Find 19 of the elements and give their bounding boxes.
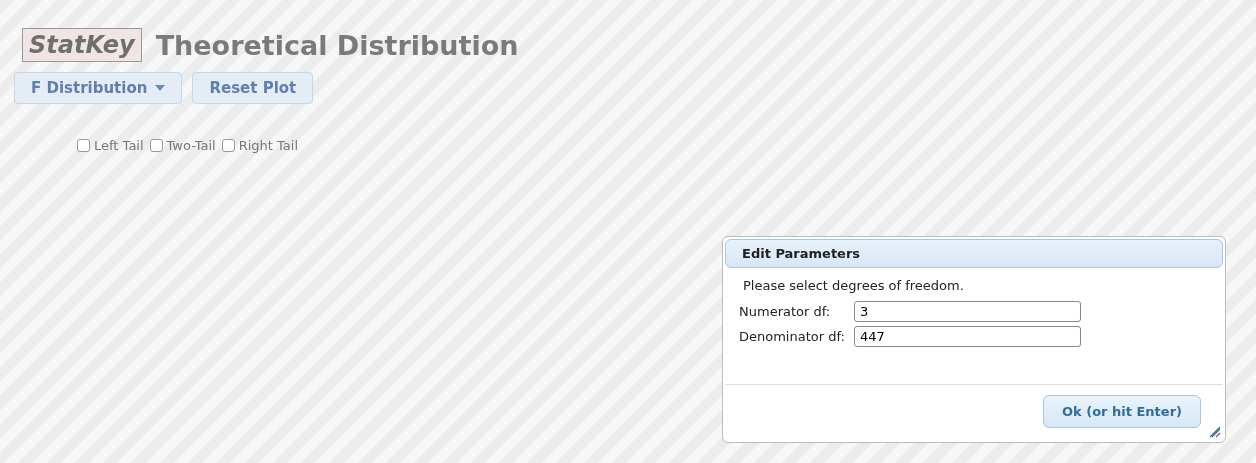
- field-label: Denominator df:: [739, 329, 846, 344]
- caret-icon: [155, 85, 166, 91]
- checkbox[interactable]: [221, 139, 235, 152]
- resize-grip-icon[interactable]: [1209, 426, 1221, 438]
- checkbox[interactable]: [77, 139, 90, 152]
- field-label: Numerator df:: [739, 304, 832, 319]
- input-field[interactable]: 3: [854, 301, 1081, 322]
- reset-plot-button[interactable]: Reset Plot: [192, 72, 314, 104]
- checkbox[interactable]: [149, 139, 163, 152]
- logo: StatKey: [22, 28, 142, 62]
- checkbox-label: Left Tail: [94, 138, 144, 153]
- prompt-text: Please select degrees of freedom.: [743, 278, 965, 293]
- input-field[interactable]: 447: [854, 326, 1081, 347]
- checkbox-label: Right Tail: [238, 138, 299, 153]
- dialog-title: Edit Parameters: [725, 239, 1223, 268]
- ok-button[interactable]: Ok (or hit Enter): [1043, 395, 1201, 428]
- checkbox-label: Two-Tail: [166, 138, 216, 153]
- distribution-dropdown[interactable]: F Distribution: [14, 72, 183, 104]
- page-title: Theoretical Distribution: [155, 29, 519, 61]
